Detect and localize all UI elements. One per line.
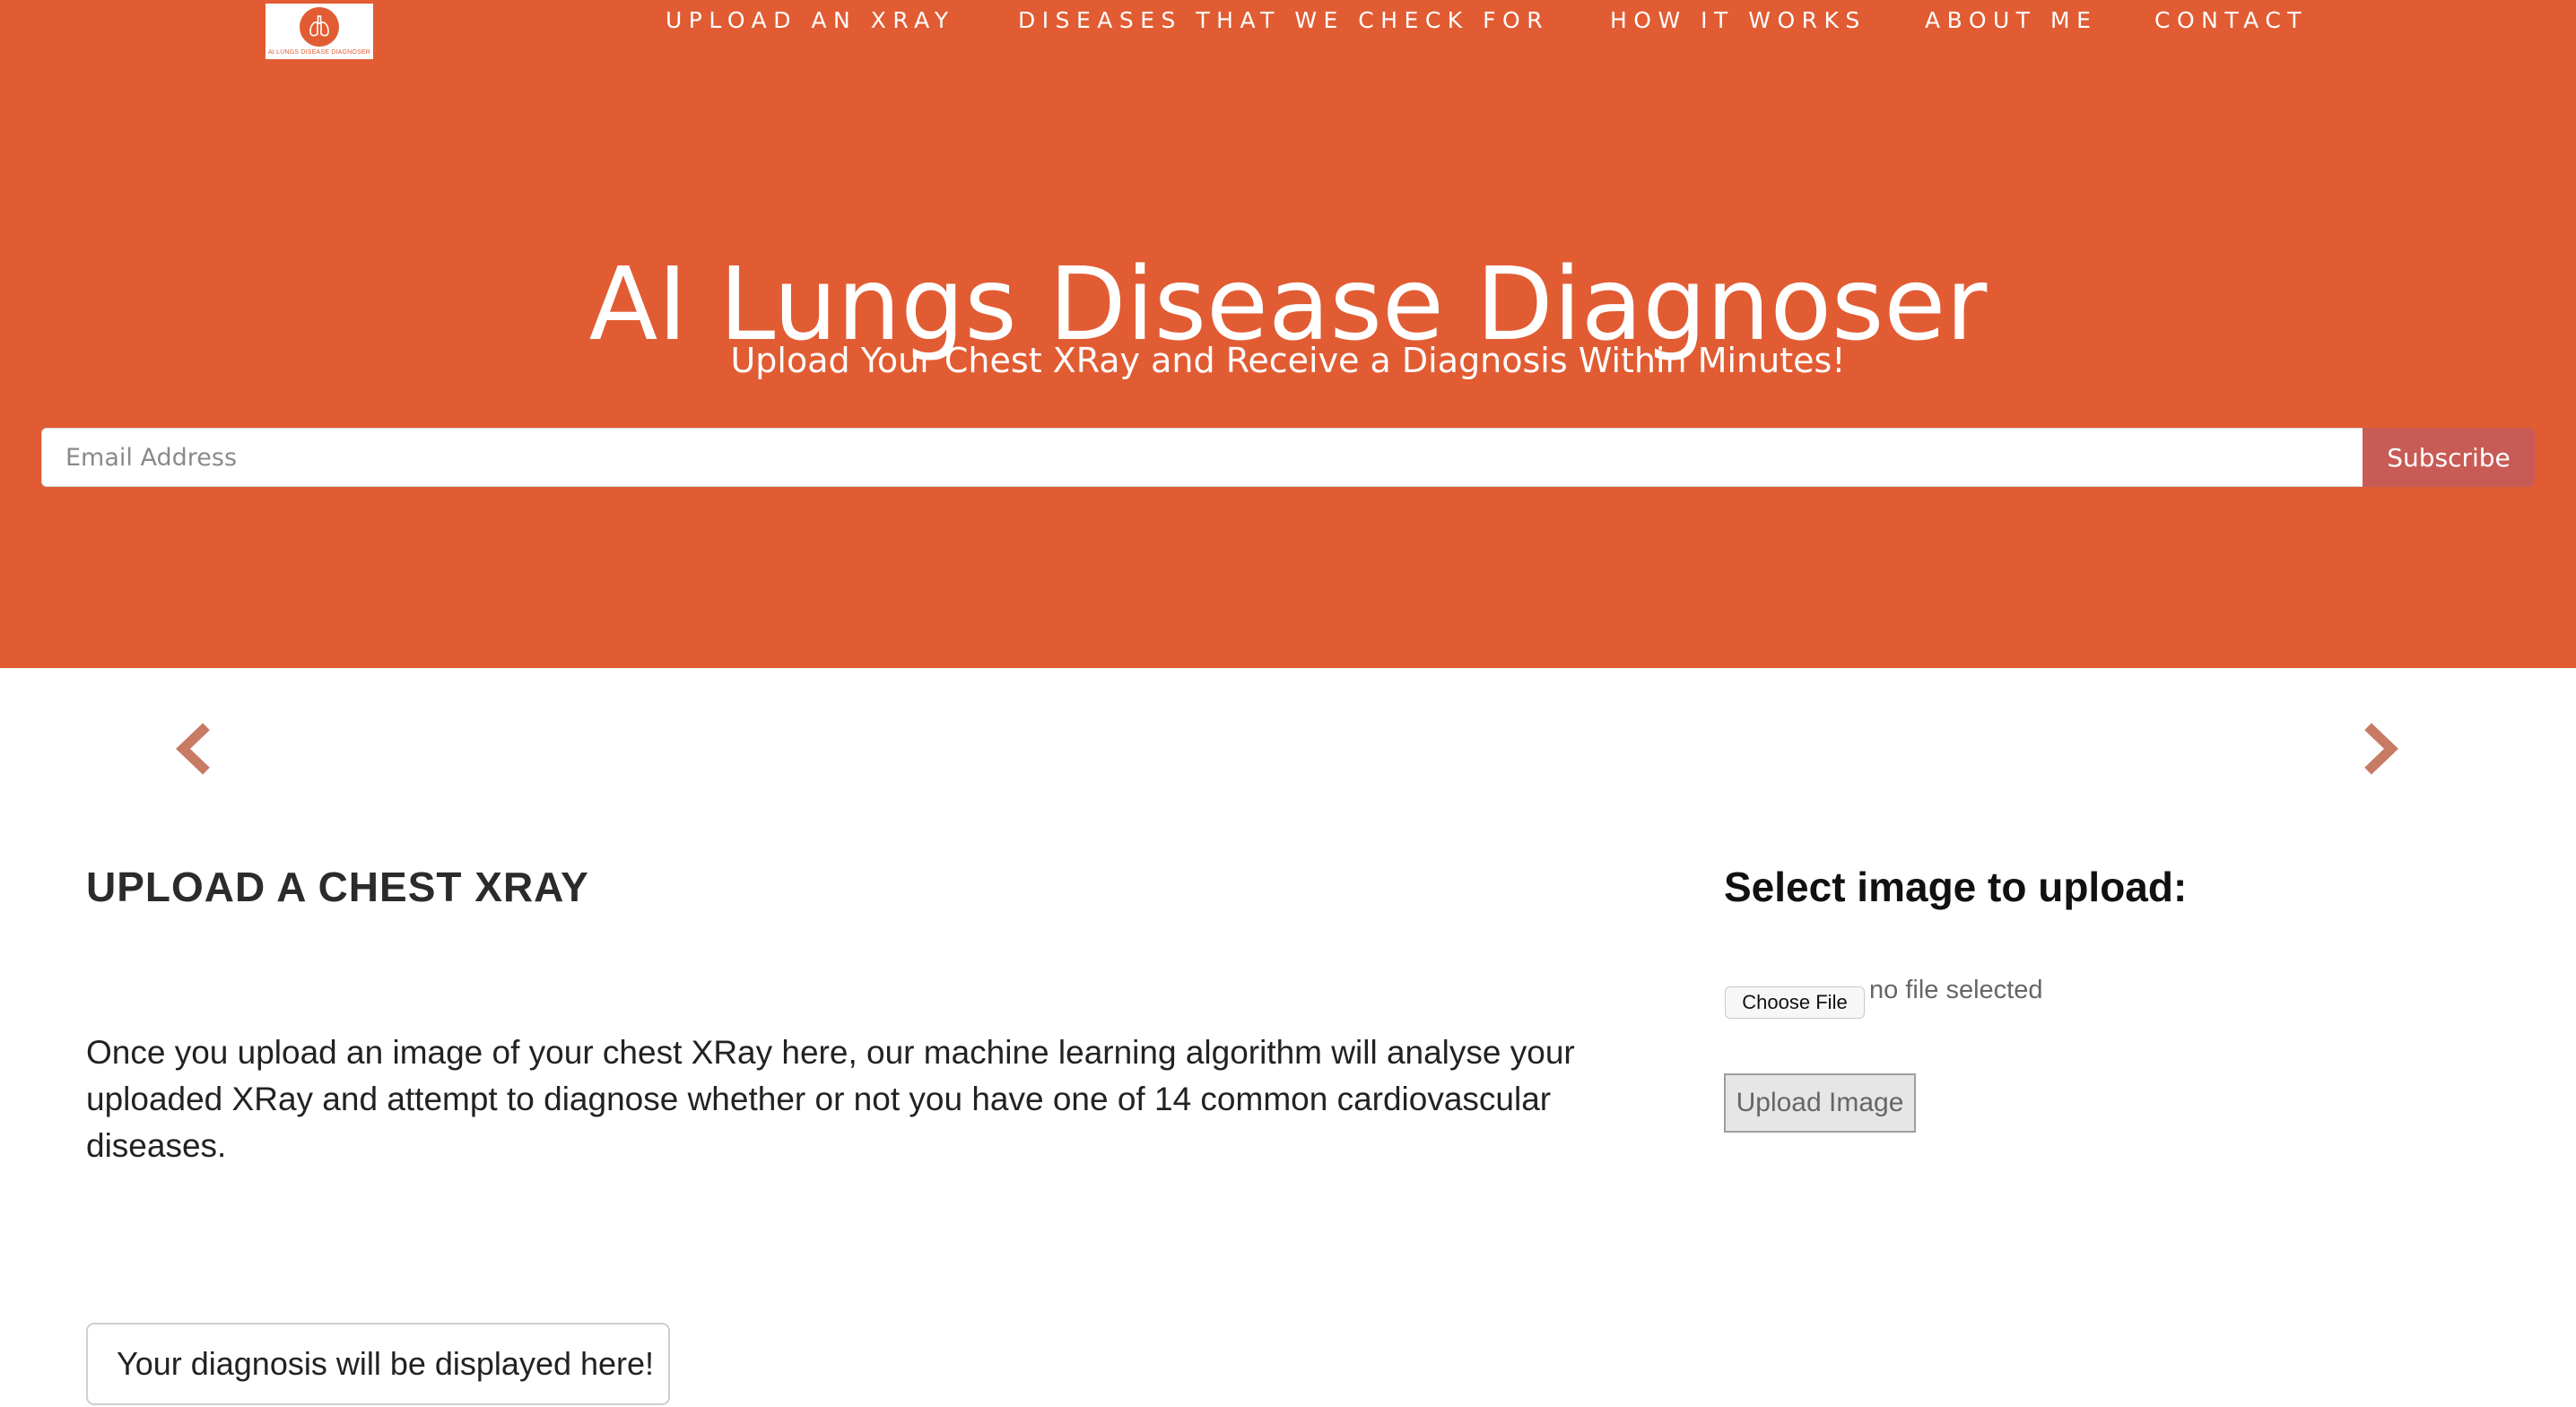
email-input[interactable] xyxy=(41,428,2363,487)
nav-upload-xray[interactable]: UPLOAD AN XRAY xyxy=(666,7,955,34)
chevron-right-icon xyxy=(2364,723,2398,775)
hero-banner: AI LUNGS DISEASE DIAGNOSER UPLOAD AN XRA… xyxy=(0,0,2576,668)
logo-text: AI LUNGS DISEASE DIAGNOSER xyxy=(267,49,371,56)
site-logo[interactable]: AI LUNGS DISEASE DIAGNOSER xyxy=(265,4,373,59)
nav-diseases[interactable]: DISEASES THAT WE CHECK FOR xyxy=(1018,7,1549,34)
nav-how-it-works[interactable]: HOW IT WORKS xyxy=(1610,7,1867,34)
upload-section-heading: UPLOAD A CHEST XRAY xyxy=(86,864,589,910)
upload-form-heading: Select image to upload: xyxy=(1724,864,2188,910)
upload-description: Once you upload an image of your chest X… xyxy=(86,1034,1575,1164)
file-status-text: no file selected xyxy=(1869,976,2043,1004)
choose-file-button[interactable]: Choose File xyxy=(1725,986,1865,1019)
chevron-left-icon xyxy=(176,723,210,775)
upload-image-button[interactable]: Upload Image xyxy=(1724,1073,1916,1133)
subscribe-button[interactable]: Subscribe xyxy=(2363,428,2535,487)
diagnosis-output: Your diagnosis will be displayed here! xyxy=(86,1323,670,1405)
carousel-prev-button[interactable] xyxy=(170,717,215,780)
carousel-next-button[interactable] xyxy=(2359,717,2404,780)
nav-about-me[interactable]: ABOUT ME xyxy=(1925,7,2097,34)
nav-contact[interactable]: CONTACT xyxy=(2154,7,2308,34)
page-subtitle: Upload Your Chest XRay and Receive a Dia… xyxy=(730,341,1846,380)
lungs-logo-icon xyxy=(300,7,339,47)
